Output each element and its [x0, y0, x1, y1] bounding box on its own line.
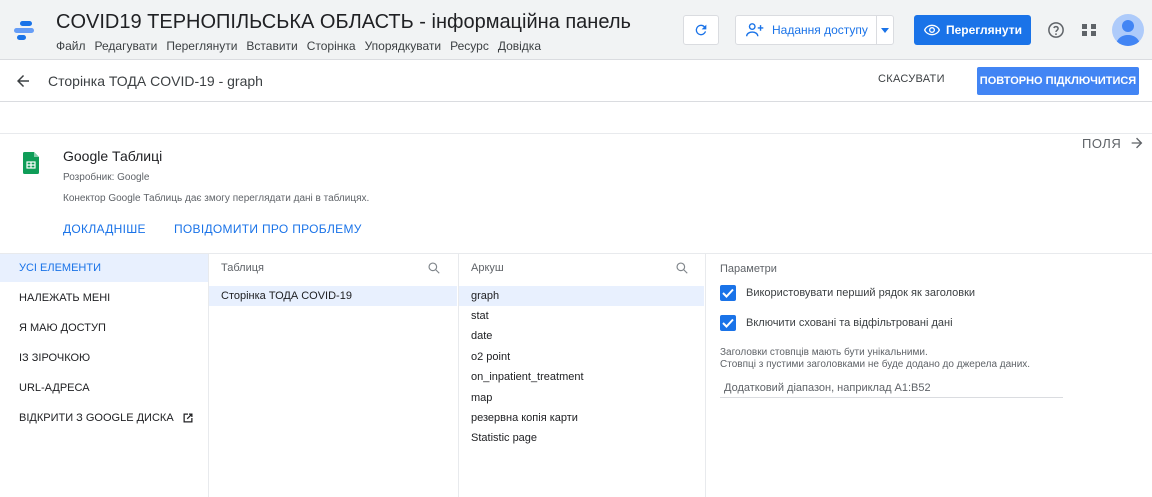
menu-page[interactable]: Сторінка	[303, 39, 361, 53]
optional-range-input[interactable]	[720, 378, 1063, 398]
check-icon	[722, 288, 734, 298]
fields-label: ПОЛЯ	[1082, 135, 1122, 151]
column-divider	[705, 254, 706, 497]
add-person-icon	[746, 23, 764, 37]
view-button[interactable]: Переглянути	[914, 15, 1031, 45]
sheet-column-header: Аркуш	[471, 262, 504, 274]
option-label: Використовувати перший рядок як заголовк…	[746, 287, 976, 299]
menu-resource[interactable]: Ресурс	[446, 39, 494, 53]
sheet-list-item[interactable]: Statistic page	[459, 428, 704, 448]
reconnect-button[interactable]: ПОВТОРНО ПІДКЛЮЧИТИСЯ	[977, 67, 1139, 95]
source-nav: УСІ ЕЛЕМЕНТИ НАЛЕЖАТЬ МЕНІ Я МАЮ ДОСТУП …	[0, 254, 208, 497]
option-label: Включити сховані та відфільтровані дані	[746, 317, 953, 329]
sheet-list-item[interactable]: on_inpatient_treatment	[459, 367, 704, 387]
report-issue-link[interactable]: ПОВІДОМИТИ ПРО ПРОБЛЕМУ	[174, 222, 362, 236]
menu-bar: Файл Редагувати Переглянути Вставити Сто…	[56, 39, 546, 53]
google-sheets-icon	[23, 152, 39, 174]
connector-developer: Розробник: Google	[63, 172, 150, 183]
menu-insert[interactable]: Вставити	[242, 39, 302, 53]
share-button-group: Надання доступу	[735, 15, 894, 45]
table-list-item[interactable]: Сторінка ТОДА COVID-19	[209, 286, 457, 306]
nav-owned-by-me[interactable]: НАЛЕЖАТЬ МЕНІ	[0, 284, 208, 312]
data-source-title: Сторінка ТОДА COVID-19 - graph	[48, 73, 263, 89]
include-hidden-option: Включити сховані та відфільтровані дані	[720, 315, 953, 331]
open-in-new-icon	[183, 413, 193, 423]
cancel-button[interactable]: СКАСУВАТИ	[878, 73, 945, 85]
user-avatar-icon	[1116, 20, 1140, 46]
connection-toolbar: Сторінка ТОДА COVID-19 - graph СКАСУВАТИ…	[0, 60, 1152, 102]
connector-name: Google Таблиці	[63, 148, 163, 164]
nav-label: ВІДКРИТИ З GOOGLE ДИСКА	[19, 412, 174, 424]
refresh-button[interactable]	[683, 15, 719, 45]
nav-label: ІЗ ЗІРОЧКОЮ	[19, 352, 91, 364]
menu-arrange[interactable]: Упорядкувати	[361, 39, 447, 53]
sheet-list-item[interactable]: map	[459, 388, 704, 408]
share-button[interactable]: Надання доступу	[736, 16, 876, 44]
arrow-forward-icon	[1131, 137, 1143, 149]
divider	[0, 133, 1152, 134]
check-icon	[722, 318, 734, 328]
sheet-list-item[interactable]: date	[459, 326, 704, 346]
nav-label: URL-АДРЕСА	[19, 382, 90, 394]
fields-link[interactable]: ПОЛЯ	[1082, 135, 1145, 151]
nav-shared-with-me[interactable]: Я МАЮ ДОСТУП	[0, 314, 208, 342]
headers-note: Заголовки стовпців мають бути унікальним…	[720, 347, 1030, 371]
document-title[interactable]: COVID19 ТЕРНОПІЛЬСЬКА ОБЛАСТЬ - інформац…	[56, 11, 631, 34]
menu-edit[interactable]: Редагувати	[91, 39, 163, 53]
nav-label: УСІ ЕЛЕМЕНТИ	[19, 262, 102, 274]
nav-starred[interactable]: ІЗ ЗІРОЧКОЮ	[0, 344, 208, 372]
note-line: Заголовки стовпців мають бути унікальним…	[720, 347, 928, 358]
sheet-list-item[interactable]: graph	[459, 286, 704, 306]
eye-icon	[924, 24, 940, 36]
caret-down-icon	[880, 27, 889, 33]
nav-label: НАЛЕЖАТЬ МЕНІ	[19, 292, 111, 304]
nav-url[interactable]: URL-АДРЕСА	[0, 374, 208, 402]
nav-label: Я МАЮ ДОСТУП	[19, 322, 106, 334]
data-studio-logo-icon[interactable]	[14, 18, 38, 42]
app-bar: COVID19 ТЕРНОПІЛЬСЬКА ОБЛАСТЬ - інформац…	[0, 0, 1152, 60]
refresh-icon	[695, 24, 707, 36]
first-row-headers-option: Використовувати перший рядок як заголовк…	[720, 285, 975, 301]
avatar[interactable]	[1112, 14, 1144, 46]
sheet-list-item[interactable]: o2 point	[459, 347, 704, 367]
nav-open-from-drive[interactable]: ВІДКРИТИ З GOOGLE ДИСКА	[0, 404, 208, 432]
search-icon[interactable]	[427, 261, 441, 275]
connector-description: Конектор Google Таблиць дає змогу перегл…	[63, 193, 370, 204]
menu-file[interactable]: Файл	[56, 39, 91, 53]
first-row-headers-checkbox[interactable]	[720, 285, 736, 301]
menu-help[interactable]: Довідка	[494, 39, 546, 53]
params-header: Параметри	[720, 263, 777, 275]
sheet-list-item[interactable]: резервна копія карти	[459, 408, 704, 428]
share-button-label: Надання доступу	[772, 23, 868, 37]
nav-all-items[interactable]: УСІ ЕЛЕМЕНТИ	[0, 254, 208, 282]
search-icon[interactable]	[675, 261, 689, 275]
apps-grid-icon[interactable]	[1081, 22, 1097, 38]
include-hidden-checkbox[interactable]	[720, 315, 736, 331]
help-icon[interactable]	[1047, 21, 1065, 39]
table-column-header: Таблиця	[221, 262, 264, 274]
share-dropdown-button[interactable]	[875, 16, 893, 44]
menu-view[interactable]: Переглянути	[162, 39, 242, 53]
learn-more-link[interactable]: ДОКЛАДНІШЕ	[63, 222, 146, 236]
note-line: Стовпці з пустими заголовками не буде до…	[720, 359, 1031, 370]
back-arrow-icon[interactable]	[14, 72, 32, 90]
sheet-list-item[interactable]: stat	[459, 306, 704, 326]
view-button-label: Переглянути	[946, 23, 1022, 37]
